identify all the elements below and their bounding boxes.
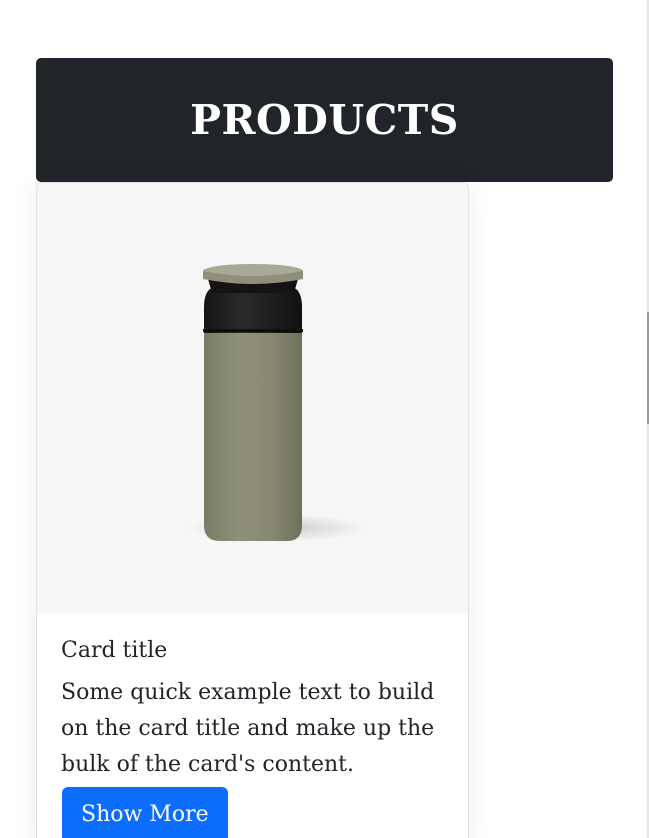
product-card: Card title Some quick example text to bu… — [36, 182, 469, 838]
product-image — [37, 183, 468, 613]
tumbler-illustration — [187, 264, 367, 542]
page: PRODUCTS Card title Some quick example t… — [0, 0, 649, 838]
page-title: PRODUCTS — [190, 96, 459, 144]
card-body: Card title Some quick example text to bu… — [61, 635, 446, 783]
page-header: PRODUCTS — [36, 58, 613, 182]
card-text: Some quick example text to build on the … — [61, 680, 435, 777]
show-more-button[interactable]: Show More — [62, 787, 228, 838]
card-title: Card title — [61, 638, 168, 663]
